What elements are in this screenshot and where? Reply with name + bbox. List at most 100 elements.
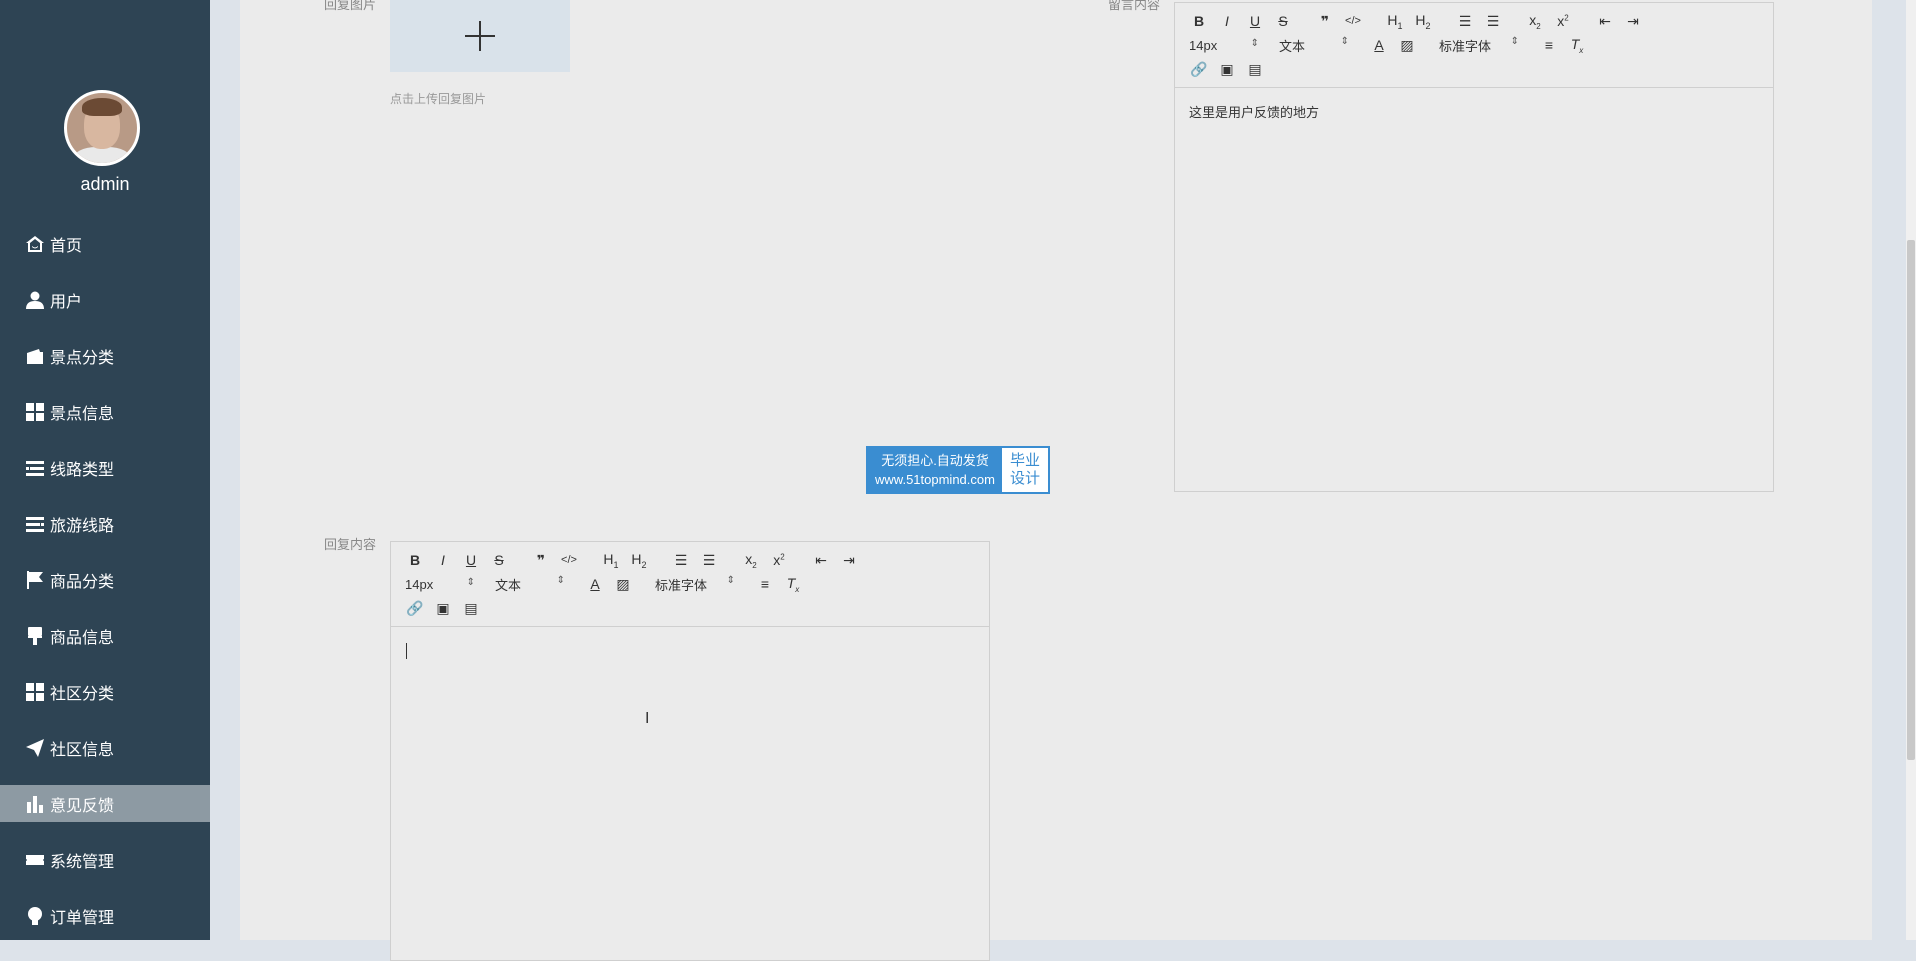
clear-format-icon[interactable]: Tx (783, 575, 803, 594)
watermark-badge: 无须担心.自动发货 www.51topmind.com 毕业 设计 (866, 446, 1050, 494)
username: admin (80, 174, 130, 194)
ordered-list-icon[interactable]: ☰ (1455, 13, 1475, 30)
upload-image-button[interactable] (390, 0, 570, 72)
brush-icon (24, 625, 46, 647)
link-icon[interactable]: 🔗 (405, 600, 425, 617)
ordered-list-icon[interactable]: ☰ (671, 552, 691, 569)
sidebar: admin 首页 用户 景点分类 景点信息 线路类型 旅游线路 商品分类 商品信… (0, 0, 210, 940)
font-family-select[interactable]: 标准字体 ⇕ (655, 575, 735, 594)
list-icon (24, 457, 46, 479)
image-icon[interactable]: ▣ (433, 600, 453, 617)
watermark-line2: www.51topmind.com (875, 472, 995, 487)
outdent-icon[interactable]: ⇤ (811, 552, 831, 569)
sidebar-item-community-category[interactable]: 社区分类 (0, 673, 210, 710)
background-color-icon[interactable]: ▨ (613, 576, 633, 593)
sidebar-item-travel-route[interactable]: 旅游线路 (0, 505, 210, 542)
sidebar-item-label: 订单管理 (50, 909, 115, 927)
h1-button[interactable]: H1 (601, 551, 621, 570)
grid-icon (24, 401, 46, 423)
home-icon (24, 233, 46, 255)
sidebar-item-label: 社区信息 (50, 741, 115, 759)
font-size-select[interactable]: 14px ⇕ (1189, 38, 1259, 53)
sidebar-item-scenic-category[interactable]: 景点分类 (0, 337, 210, 374)
sidebar-item-scenic-info[interactable]: 景点信息 (0, 393, 210, 430)
sidebar-item-label: 商品信息 (50, 629, 115, 647)
video-icon[interactable]: ▤ (461, 600, 481, 617)
message-editor[interactable]: B I U S ❞ </> H1 H2 ☰ ☰ x2 x2 ⇤ ⇥ 14px ⇕ … (1174, 2, 1774, 492)
editor-toolbar: B I U S ❞ </> H1 H2 ☰ ☰ x2 x2 ⇤ ⇥ 14px ⇕ … (1175, 3, 1773, 88)
font-color-icon[interactable]: A (1369, 37, 1389, 53)
underline-button[interactable]: U (1245, 13, 1265, 29)
text-caret (406, 643, 407, 659)
sidebar-item-product-info[interactable]: 商品信息 (0, 617, 210, 654)
sidebar-item-label: 线路类型 (50, 461, 115, 479)
quote-icon[interactable]: ❞ (531, 552, 551, 569)
outdent-icon[interactable]: ⇤ (1595, 13, 1615, 30)
indent-icon[interactable]: ⇥ (839, 552, 859, 569)
font-color-icon[interactable]: A (585, 576, 605, 592)
subscript-button[interactable]: x2 (1525, 12, 1545, 31)
list-icon (24, 513, 46, 535)
flag-icon (24, 569, 46, 591)
video-icon[interactable]: ▤ (1245, 61, 1265, 78)
h2-button[interactable]: H2 (1413, 12, 1433, 31)
bold-button[interactable]: B (405, 552, 425, 568)
grid-icon (24, 681, 46, 703)
lightbulb-icon (24, 905, 46, 927)
message-editor-body[interactable]: 这里是用户反馈的地方 (1175, 88, 1773, 135)
subscript-button[interactable]: x2 (741, 551, 761, 570)
scrollbar-thumb[interactable] (1907, 240, 1915, 760)
strike-button[interactable]: S (1273, 13, 1293, 29)
sidebar-item-home[interactable]: 首页 (0, 225, 210, 262)
ticket-icon (24, 849, 46, 871)
superscript-button[interactable]: x2 (1553, 13, 1573, 29)
underline-button[interactable]: U (461, 552, 481, 568)
italic-button[interactable]: I (433, 552, 453, 568)
reply-content-label: 回复内容 (324, 537, 377, 552)
ibeam-cursor-icon: I (645, 710, 650, 727)
sidebar-item-route-type[interactable]: 线路类型 (0, 449, 210, 486)
quote-icon[interactable]: ❞ (1315, 13, 1335, 30)
avatar[interactable] (64, 90, 140, 166)
superscript-button[interactable]: x2 (769, 552, 789, 568)
h2-button[interactable]: H2 (629, 551, 649, 570)
message-content-label: 留言内容 (1108, 0, 1161, 12)
bullet-list-icon[interactable]: ☰ (1483, 13, 1503, 30)
font-size-select[interactable]: 14px ⇕ (405, 577, 475, 592)
sidebar-item-product-category[interactable]: 商品分类 (0, 561, 210, 598)
sidebar-item-label: 景点信息 (50, 405, 115, 423)
sidebar-item-label: 首页 (50, 237, 83, 255)
italic-button[interactable]: I (1217, 13, 1237, 29)
watermark-right1: 毕业 (1009, 452, 1040, 469)
align-icon[interactable]: ≡ (755, 576, 775, 592)
strike-button[interactable]: S (489, 552, 509, 568)
editor-toolbar: B I U S ❞ </> H1 H2 ☰ ☰ x2 x2 ⇤ ⇥ 14px ⇕ … (391, 542, 989, 627)
code-icon[interactable]: </> (1343, 15, 1363, 27)
bullet-list-icon[interactable]: ☰ (699, 552, 719, 569)
bar-chart-icon (24, 793, 46, 815)
link-icon[interactable]: 🔗 (1189, 61, 1209, 78)
sidebar-item-feedback[interactable]: 意见反馈 (0, 785, 210, 822)
reply-editor[interactable]: B I U S ❞ </> H1 H2 ☰ ☰ x2 x2 ⇤ ⇥ 14px ⇕ … (390, 541, 990, 961)
reply-editor-body[interactable] (391, 627, 989, 655)
background-color-icon[interactable]: ▨ (1397, 37, 1417, 54)
watermark-line1: 无须担心.自动发货 (881, 453, 989, 468)
bold-button[interactable]: B (1189, 13, 1209, 29)
font-family-select[interactable]: 标准字体 ⇕ (1439, 36, 1519, 55)
wallet-icon (24, 345, 46, 367)
code-icon[interactable]: </> (559, 554, 579, 566)
h1-button[interactable]: H1 (1385, 12, 1405, 31)
indent-icon[interactable]: ⇥ (1623, 13, 1643, 30)
align-icon[interactable]: ≡ (1539, 37, 1559, 53)
sidebar-item-community-info[interactable]: 社区信息 (0, 729, 210, 766)
block-type-select[interactable]: 文本 ⇕ (1279, 36, 1349, 55)
block-type-select[interactable]: 文本 ⇕ (495, 575, 565, 594)
sidebar-item-user[interactable]: 用户 (0, 281, 210, 318)
sidebar-item-order-management[interactable]: 订单管理 (0, 897, 210, 934)
sidebar-item-label: 社区分类 (50, 685, 115, 703)
sidebar-item-system-management[interactable]: 系统管理 (0, 841, 210, 878)
clear-format-icon[interactable]: Tx (1567, 36, 1587, 55)
user-icon (24, 289, 46, 311)
upload-hint: 点击上传回复图片 (390, 92, 487, 106)
image-icon[interactable]: ▣ (1217, 61, 1237, 78)
